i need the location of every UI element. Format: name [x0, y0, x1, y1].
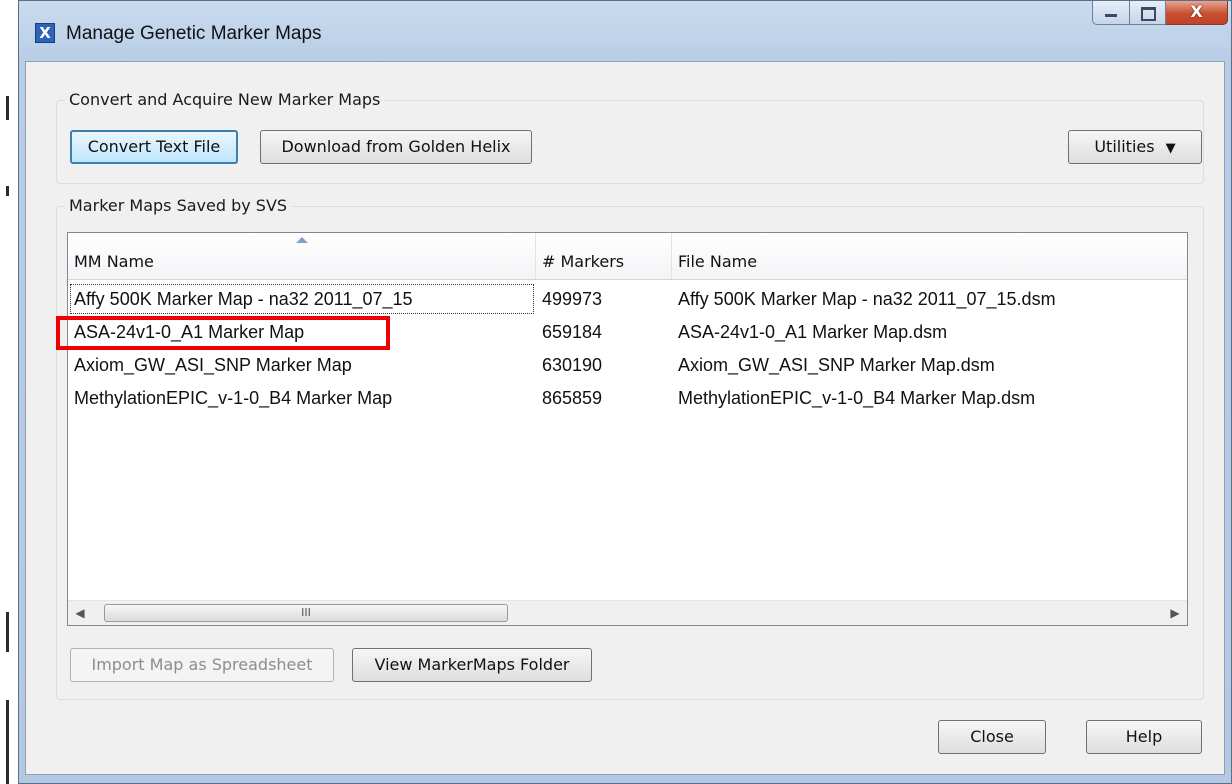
column-header-markers[interactable]: # Markers — [536, 233, 672, 279]
utilities-label: Utilities — [1094, 137, 1155, 156]
download-golden-helix-button[interactable]: Download from Golden Helix — [260, 130, 532, 164]
scrollbar-thumb[interactable]: III — [104, 604, 508, 622]
cell-markers: 499973 — [542, 289, 603, 309]
sort-ascending-icon — [296, 237, 308, 243]
cell-file-name: MethylationEPIC_v-1-0_B4 Marker Map.dsm — [678, 388, 1036, 408]
cell-mm-name: Axiom_GW_ASI_SNP Marker Map — [74, 355, 352, 375]
title-bar[interactable]: X Manage Genetic Marker Maps X — [19, 1, 1231, 61]
grip-icon: III — [301, 606, 311, 619]
cell-file-name: Axiom_GW_ASI_SNP Marker Map.dsm — [678, 355, 995, 375]
column-header-file-name[interactable]: File Name — [672, 233, 1187, 279]
golden-helix-app-icon: X — [35, 23, 55, 43]
table-row[interactable]: Affy 500K Marker Map - na32 2011_07_15 4… — [68, 283, 1187, 315]
cell-markers: 659184 — [542, 322, 603, 342]
horizontal-scrollbar[interactable]: ◀ III ▶ — [68, 600, 1187, 625]
close-button[interactable]: Close — [938, 720, 1046, 754]
cell-markers: 630190 — [542, 355, 603, 375]
cell-markers: 865859 — [542, 388, 603, 408]
edge-mark — [6, 186, 9, 196]
cell-mm-name: MethylationEPIC_v-1-0_B4 Marker Map — [74, 388, 393, 408]
utilities-dropdown-button[interactable]: Utilities ▼ — [1068, 130, 1202, 164]
edge-mark — [6, 96, 9, 120]
saved-marker-maps-legend: Marker Maps Saved by SVS — [65, 195, 292, 217]
highlight-annotation — [56, 316, 390, 350]
scroll-left-icon[interactable]: ◀ — [68, 601, 92, 625]
caption-buttons: X — [1092, 1, 1228, 25]
marker-maps-table[interactable]: MM Name # Markers File Name Affy 500K Ma… — [67, 232, 1188, 626]
convert-text-file-button[interactable]: Convert Text File — [70, 130, 238, 164]
table-header: MM Name # Markers File Name — [68, 233, 1187, 280]
convert-acquire-legend: Convert and Acquire New Marker Maps — [65, 89, 385, 111]
edge-mark — [6, 700, 9, 784]
chevron-down-icon: ▼ — [1165, 141, 1176, 156]
cell-mm-name: Affy 500K Marker Map - na32 2011_07_15 — [74, 289, 413, 309]
import-map-spreadsheet-button[interactable]: Import Map as Spreadsheet — [70, 648, 334, 682]
help-button[interactable]: Help — [1086, 720, 1202, 754]
close-icon[interactable]: X — [1166, 1, 1228, 25]
table-row[interactable]: MethylationEPIC_v-1-0_B4 Marker Map 8658… — [68, 382, 1187, 414]
table-row[interactable]: Axiom_GW_ASI_SNP Marker Map 630190 Axiom… — [68, 349, 1187, 381]
cell-file-name: Affy 500K Marker Map - na32 2011_07_15.d… — [678, 289, 1056, 309]
maximize-icon[interactable] — [1130, 1, 1166, 25]
scroll-right-icon[interactable]: ▶ — [1163, 601, 1187, 625]
background-window-edge — [0, 0, 16, 784]
cell-file-name: ASA-24v1-0_A1 Marker Map.dsm — [678, 322, 948, 342]
edge-mark — [6, 612, 9, 652]
view-markermaps-folder-button[interactable]: View MarkerMaps Folder — [352, 648, 592, 682]
minimize-icon[interactable] — [1092, 1, 1130, 25]
window-title: Manage Genetic Marker Maps — [66, 23, 322, 44]
